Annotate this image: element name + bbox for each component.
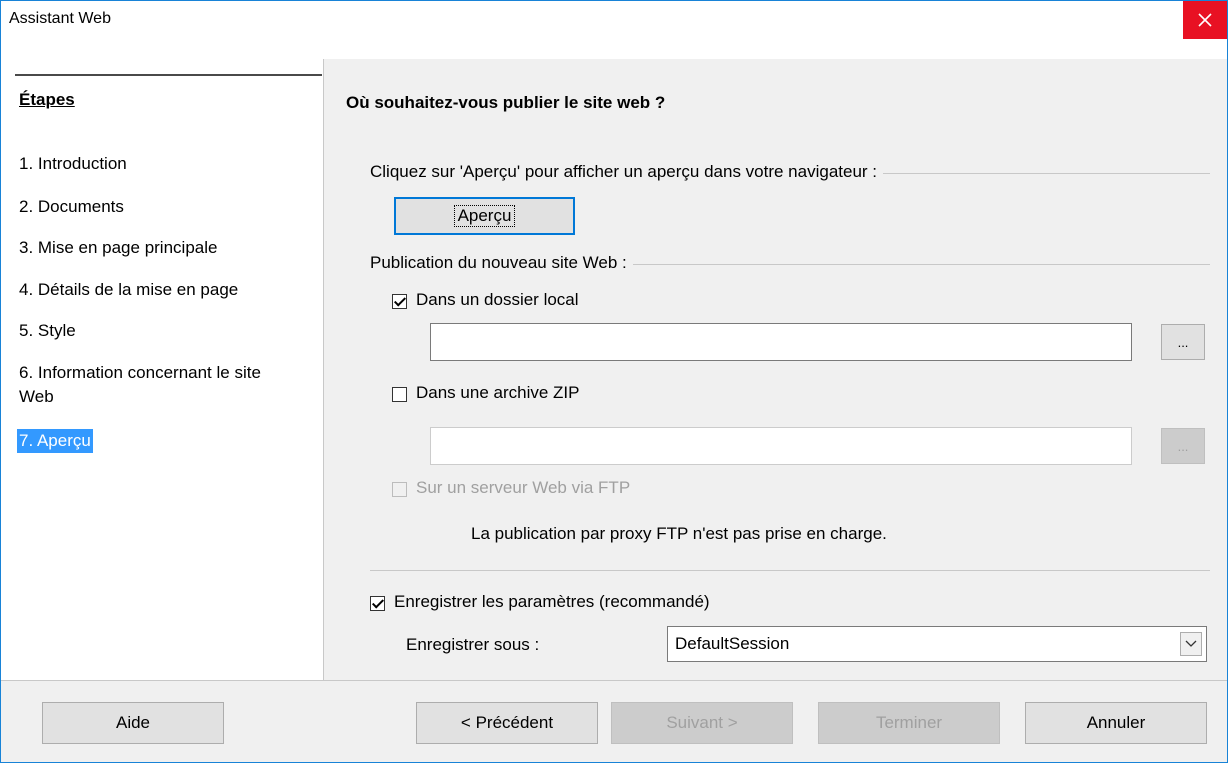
browse-label: ...	[1177, 334, 1189, 350]
browse-label: ...	[1177, 438, 1189, 454]
dropdown-button[interactable]	[1180, 632, 1202, 656]
preview-group-label: Cliquez sur 'Aperçu' pour afficher un ap…	[370, 162, 884, 182]
close-icon	[1198, 13, 1212, 27]
zip-archive-checkbox[interactable]	[392, 387, 407, 402]
preview-button-label: Aperçu	[453, 205, 516, 227]
title-bar: Assistant Web	[1, 1, 1227, 39]
local-folder-browse-button[interactable]: ...	[1161, 324, 1205, 360]
sidebar-divider	[15, 74, 322, 76]
previous-button-label: < Précédent	[460, 713, 554, 732]
save-settings-label[interactable]: Enregistrer les paramètres (recommandé)	[394, 592, 710, 612]
ftp-note: La publication par proxy FTP n'est pas p…	[471, 524, 887, 543]
settings-divider	[370, 570, 1210, 571]
previous-button[interactable]: < Précédent	[416, 702, 598, 744]
finish-button[interactable]: Terminer	[818, 702, 1000, 744]
cancel-button-label: Annuler	[1086, 713, 1146, 732]
help-button[interactable]: Aide	[42, 702, 224, 744]
content-area: Étapes 1. Introduction 2. Documents 3. M…	[1, 39, 1227, 680]
local-folder-checkbox[interactable]	[392, 294, 407, 309]
step-style[interactable]: 5. Style	[19, 319, 309, 343]
chevron-down-icon	[1185, 640, 1197, 647]
step-introduction[interactable]: 1. Introduction	[19, 152, 309, 176]
finish-button-label: Terminer	[875, 713, 943, 732]
step-preview[interactable]: 7. Aperçu	[17, 429, 93, 453]
publish-group-label: Publication du nouveau site Web :	[370, 253, 633, 273]
steps-heading: Étapes	[19, 90, 75, 109]
local-folder-path-input[interactable]	[430, 323, 1132, 361]
main-panel: Où souhaitez-vous publier le site web ? …	[324, 59, 1227, 680]
save-settings-checkbox[interactable]	[370, 596, 385, 611]
window-title: Assistant Web	[9, 10, 111, 27]
ftp-label: Sur un serveur Web via FTP	[416, 478, 631, 497]
cancel-button[interactable]: Annuler	[1025, 702, 1207, 744]
preview-button[interactable]: Aperçu	[394, 197, 575, 235]
next-button[interactable]: Suivant >	[611, 702, 793, 744]
save-as-value: DefaultSession	[675, 634, 790, 653]
step-site-information[interactable]: 6. Information concernant le site Web	[19, 361, 289, 409]
footer-separator	[1, 680, 1227, 681]
help-button-label: Aide	[115, 713, 151, 732]
save-as-label: Enregistrer sous :	[406, 635, 540, 654]
page-title: Où souhaitez-vous publier le site web ?	[346, 93, 666, 112]
next-button-label: Suivant >	[666, 713, 738, 732]
zip-archive-label[interactable]: Dans une archive ZIP	[416, 383, 579, 403]
local-folder-label[interactable]: Dans un dossier local	[416, 290, 579, 310]
zip-archive-path-input[interactable]	[430, 427, 1132, 465]
step-documents[interactable]: 2. Documents	[19, 195, 309, 219]
ftp-checkbox[interactable]	[392, 482, 407, 497]
step-layout-details[interactable]: 4. Détails de la mise en page	[19, 278, 309, 302]
step-main-layout[interactable]: 3. Mise en page principale	[19, 236, 309, 260]
wizard-window: Assistant Web Étapes 1. Introduction 2. …	[0, 0, 1228, 763]
zip-archive-browse-button[interactable]: ...	[1161, 428, 1205, 464]
save-as-select[interactable]: DefaultSession	[667, 626, 1207, 662]
close-button[interactable]	[1183, 1, 1227, 39]
